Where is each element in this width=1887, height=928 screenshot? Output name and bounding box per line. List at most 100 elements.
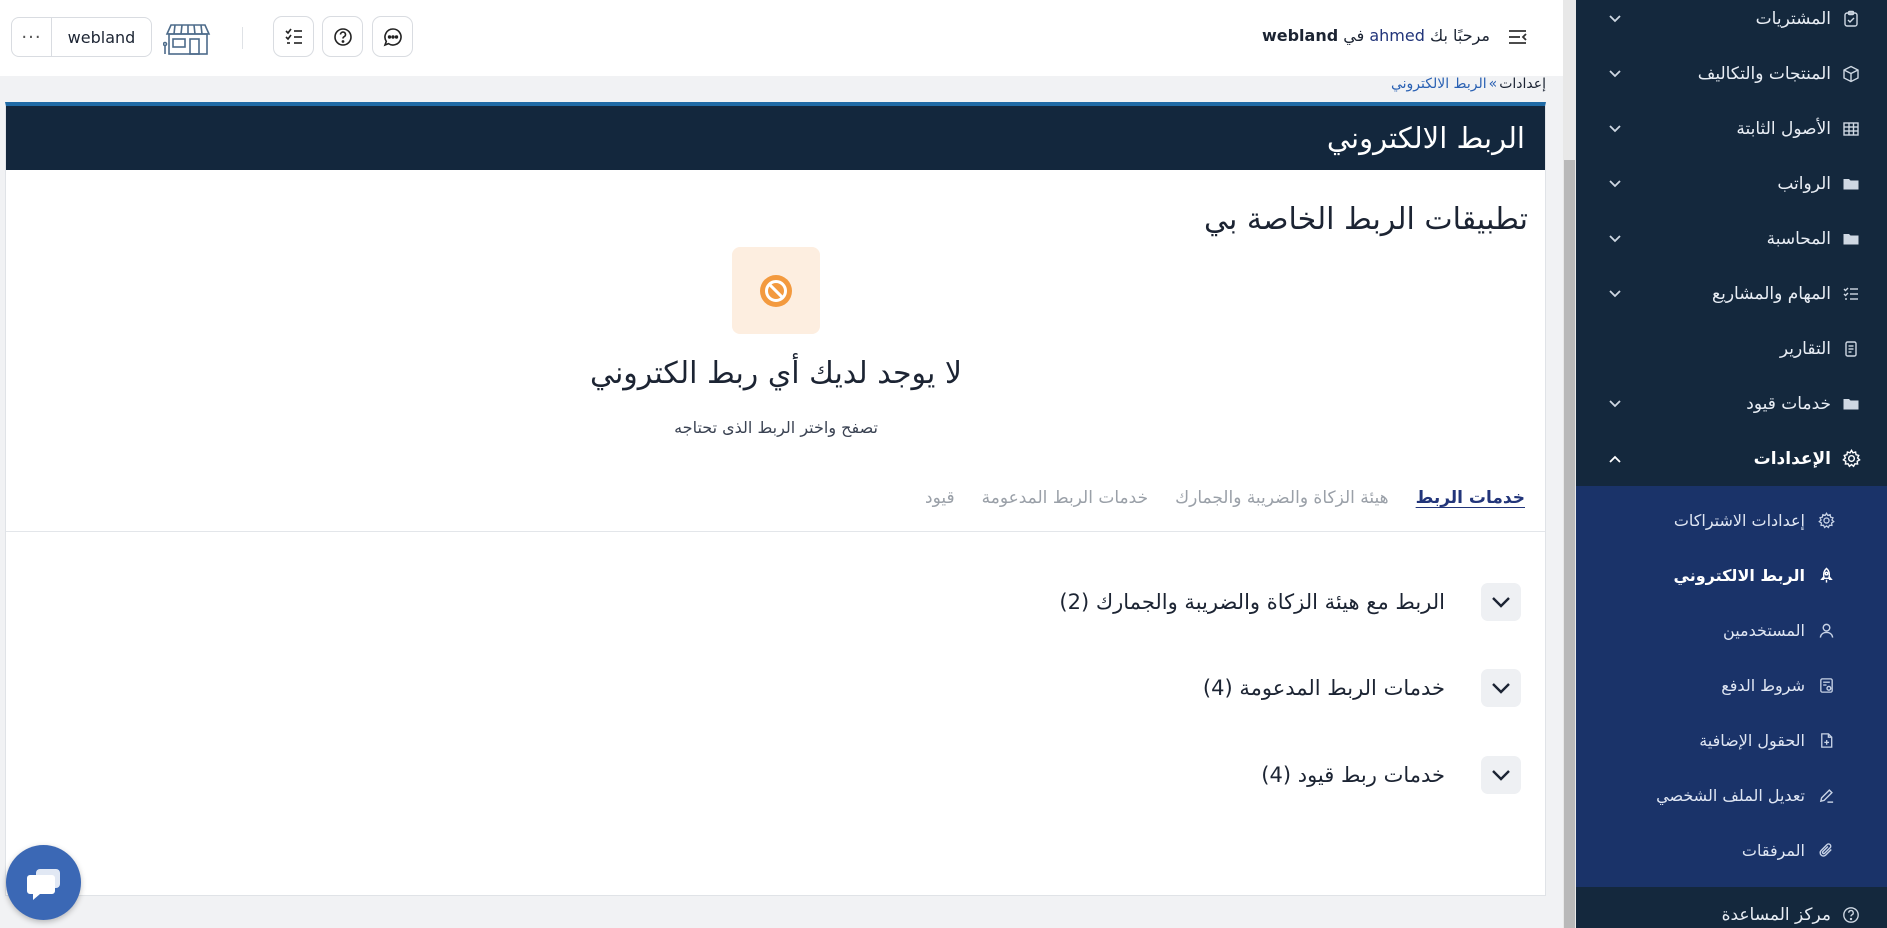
accordion-toggle-button[interactable]: [1481, 583, 1521, 621]
settings-submenu: إعدادات الاشتراكات الربط الالكتروني المس…: [1576, 486, 1887, 887]
table-icon: [1841, 119, 1861, 139]
gear-icon: [1841, 449, 1861, 469]
sidebar-subitem-label: الحقول الإضافية: [1699, 731, 1805, 750]
more-options-button[interactable]: ···: [11, 17, 52, 57]
breadcrumb: إعدادات»الربط الالكتروني: [1100, 76, 1546, 92]
user-name: ahmed: [1369, 26, 1425, 45]
chevron-down-icon: [1490, 595, 1512, 609]
tab-supported-services[interactable]: خدمات الربط المدعومة: [982, 488, 1148, 508]
paperclip-icon: [1817, 842, 1835, 860]
accordion-toggle-button[interactable]: [1481, 756, 1521, 794]
tabs-divider: [6, 531, 1545, 532]
tab-integration-services[interactable]: خدمات الربط: [1416, 488, 1525, 508]
checklist-icon: [284, 27, 304, 47]
sidebar-subitem-attachments[interactable]: المرفقات: [1576, 823, 1887, 878]
accordion-label: خدمات ربط قيود (4): [1261, 763, 1445, 787]
menu-toggle-icon[interactable]: [1506, 26, 1530, 48]
sidebar-subitem-payment-terms[interactable]: شروط الدفع: [1576, 658, 1887, 713]
accordion-zatca[interactable]: الربط مع هيئة الزكاة والضريبة والجمارك (…: [1059, 582, 1521, 622]
chevron-down-icon: [1608, 14, 1622, 24]
integration-card: الربط الالكتروني تطبيقات الربط الخاصة بي…: [5, 102, 1546, 896]
live-chat-button[interactable]: [6, 845, 81, 920]
chat-button[interactable]: [372, 16, 413, 57]
sidebar-item-label: التقارير: [1779, 338, 1831, 359]
chevron-down-icon: [1490, 768, 1512, 782]
folder-icon: [1841, 229, 1861, 249]
sidebar-item-help-center[interactable]: مركز المساعدة: [1576, 887, 1887, 928]
sidebar-item-settings[interactable]: الإعدادات: [1576, 431, 1887, 486]
empty-state-subtitle: تصفح واختر الربط الذى تحتاجه: [674, 418, 878, 437]
card-header: الربط الالكتروني: [6, 106, 1545, 170]
sidebar-item-label: خدمات قيود: [1746, 393, 1831, 414]
tasks-icon: [1841, 284, 1861, 304]
box-icon: [1841, 64, 1861, 84]
sidebar-item-tasks-projects[interactable]: المهام والمشاريع: [1576, 266, 1887, 321]
tasks-button[interactable]: [273, 16, 314, 57]
sidebar-item-label: المشتريات: [1755, 8, 1831, 29]
chevron-up-icon: [1608, 454, 1622, 464]
page-scrollbar-thumb[interactable]: [1564, 160, 1575, 928]
chevron-down-icon: [1608, 179, 1622, 189]
sidebar-item-reports[interactable]: التقارير: [1576, 321, 1887, 376]
sidebar-item-label: الرواتب: [1777, 173, 1831, 194]
sidebar-item-purchases[interactable]: المشتريات: [1576, 0, 1887, 46]
chevron-down-icon: [1608, 399, 1622, 409]
folder-icon: [1841, 174, 1861, 194]
sidebar-item-qoyod-services[interactable]: خدمات قيود: [1576, 376, 1887, 431]
chevron-down-icon: [1608, 69, 1622, 79]
sidebar-subitem-label: تعديل الملف الشخصي: [1656, 786, 1805, 805]
folder-icon: [1841, 394, 1861, 414]
chat-bubble-icon: [24, 863, 64, 903]
empty-state-title: لا يوجد لديك أي ربط الكتروني: [589, 356, 963, 391]
store-icon[interactable]: [163, 22, 211, 56]
sidebar-item-accounting[interactable]: المحاسبة: [1576, 211, 1887, 266]
more-icon: ···: [21, 26, 42, 48]
breadcrumb-current[interactable]: الربط الالكتروني: [1391, 76, 1487, 92]
sidebar-subitem-label: إعدادات الاشتراكات: [1673, 511, 1805, 530]
company-name: webland: [1261, 26, 1339, 45]
sidebar-subitem-custom-fields[interactable]: الحقول الإضافية: [1576, 713, 1887, 768]
user-icon: [1817, 622, 1835, 640]
chevron-down-icon: [1490, 681, 1512, 695]
sidebar-subitem-e-integration[interactable]: الربط الالكتروني: [1576, 548, 1887, 603]
ban-icon: [759, 274, 793, 308]
accordion-label: الربط مع هيئة الزكاة والضريبة والجمارك (…: [1059, 590, 1445, 614]
clipboard-check-icon: [1841, 9, 1861, 29]
invoice-icon: [1817, 677, 1835, 695]
sidebar-item-label: المحاسبة: [1766, 228, 1831, 249]
breadcrumb-root[interactable]: إعدادات: [1499, 76, 1546, 92]
company-switcher-button[interactable]: webland: [51, 17, 152, 57]
section-title: تطبيقات الربط الخاصة بي: [1204, 202, 1528, 237]
welcome-prefix: مرحبًا بك: [1429, 26, 1490, 45]
help-button[interactable]: [322, 16, 363, 57]
accordion-qoyod-services[interactable]: خدمات ربط قيود (4): [1261, 755, 1521, 795]
welcome-in: في: [1343, 26, 1365, 45]
sidebar-item-label: مركز المساعدة: [1721, 904, 1831, 925]
sidebar-subitem-subscription-settings[interactable]: إعدادات الاشتراكات: [1576, 493, 1887, 548]
sidebar-subitem-label: الربط الالكتروني: [1673, 566, 1806, 585]
pencil-icon: [1817, 787, 1835, 805]
sidebar-item-label: الإعدادات: [1753, 448, 1831, 469]
sidebar-item-fixed-assets[interactable]: الأصول الثابتة: [1576, 101, 1887, 156]
top-header: ··· webland مرحبًا بك ahmed في webland: [0, 0, 1563, 76]
breadcrumb-separator: »: [1488, 76, 1498, 92]
tab-qoyod[interactable]: قيود: [925, 488, 955, 508]
page-title: الربط الالكتروني: [1326, 121, 1525, 155]
sidebar-subitem-label: المستخدمين: [1723, 621, 1805, 640]
sidebar: المشتريات المنتجات والتكاليف الأصول الثا…: [1576, 0, 1887, 928]
accordion-toggle-button[interactable]: [1481, 669, 1521, 707]
sidebar-item-payroll[interactable]: الرواتب: [1576, 156, 1887, 211]
chevron-down-icon: [1608, 234, 1622, 244]
report-icon: [1841, 339, 1861, 359]
sidebar-item-label: الأصول الثابتة: [1736, 118, 1831, 139]
accordion-supported-services[interactable]: خدمات الربط المدعومة (4): [1203, 668, 1521, 708]
sidebar-subitem-edit-profile[interactable]: تعديل الملف الشخصي: [1576, 768, 1887, 823]
sidebar-subitem-label: شروط الدفع: [1721, 676, 1805, 695]
sidebar-subitem-users[interactable]: المستخدمين: [1576, 603, 1887, 658]
sidebar-item-label: المنتجات والتكاليف: [1697, 63, 1831, 84]
welcome-text: مرحبًا بك ahmed في webland: [1180, 26, 1490, 45]
tab-zatca[interactable]: هيئة الزكاة والضريبة والجمارك: [1175, 488, 1389, 508]
sidebar-item-products[interactable]: المنتجات والتكاليف: [1576, 46, 1887, 101]
file-plus-icon: [1817, 732, 1835, 750]
header-divider: [242, 27, 243, 49]
